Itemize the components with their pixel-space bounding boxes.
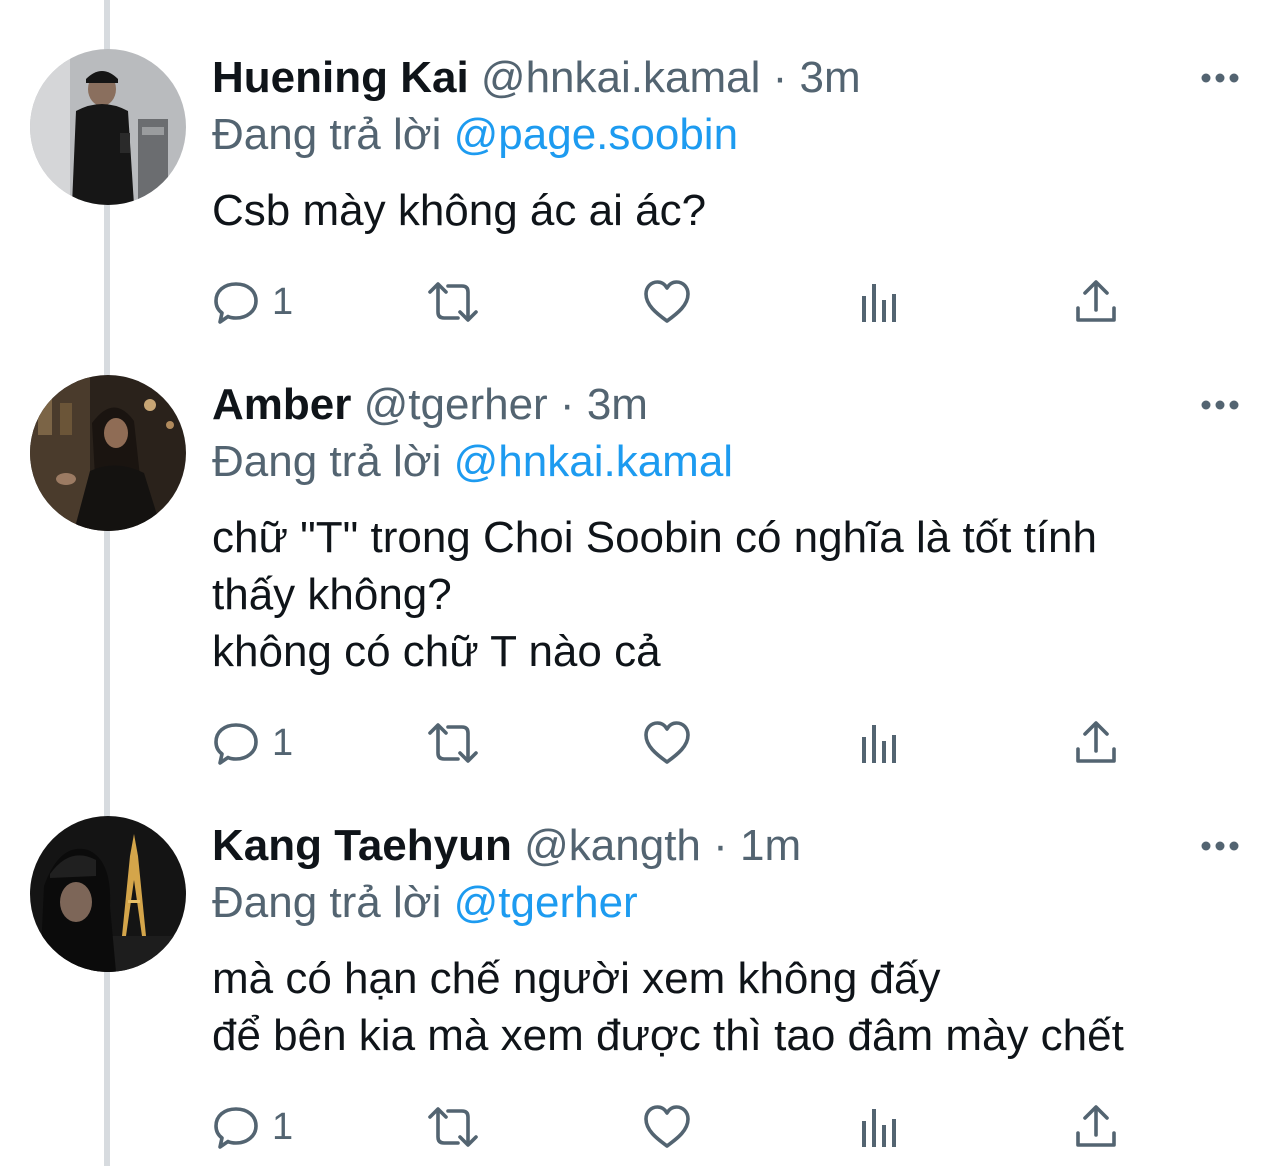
share-button[interactable] — [1074, 1102, 1118, 1152]
user-handle[interactable]: @tgerher — [364, 380, 548, 429]
mention-link[interactable]: @page.soobin — [454, 110, 738, 159]
reply-button[interactable]: 1 — [212, 718, 293, 768]
user-handle[interactable]: @hnkai.kamal — [481, 53, 760, 102]
reply-button[interactable]: 1 — [212, 1102, 293, 1152]
reply-button[interactable]: 1 — [212, 277, 293, 327]
tweet-text: mà có hạn chế người xem không đấy để bên… — [212, 950, 1262, 1064]
separator: · — [772, 53, 788, 102]
heart-icon — [644, 280, 690, 323]
retweet-icon — [428, 723, 478, 763]
tweet-text-line: thấy không? — [212, 570, 452, 619]
avatar[interactable] — [30, 49, 186, 205]
tweet-text-line: mà có hạn chế người xem không đấy — [212, 954, 941, 1003]
retweet-icon — [428, 1107, 478, 1147]
retweet-button[interactable] — [426, 1102, 480, 1152]
avatar[interactable] — [30, 816, 186, 972]
timestamp[interactable]: 3m — [587, 380, 648, 429]
mention-link[interactable]: @hnkai.kamal — [454, 437, 733, 486]
tweet-header: Kang Taehyun @kangth · 1m — [212, 820, 801, 872]
tweet-header: Amber @tgerher · 3m — [212, 379, 648, 431]
views-button[interactable] — [858, 277, 902, 327]
timestamp[interactable]: 1m — [740, 821, 801, 870]
share-button[interactable] — [1074, 277, 1118, 327]
timestamp[interactable]: 3m — [800, 53, 861, 102]
share-icon — [1076, 1105, 1116, 1147]
replying-label: Đang trả lời — [212, 878, 442, 927]
views-button[interactable] — [858, 1102, 902, 1152]
more-icon[interactable] — [1198, 836, 1242, 856]
reply-count: 1 — [272, 280, 294, 323]
action-bar: 1 — [212, 1102, 1152, 1152]
replying-to: Đang trả lời @tgerher — [212, 877, 638, 929]
retweet-button[interactable] — [426, 718, 480, 768]
action-bar: 1 — [212, 718, 1152, 768]
more-icon[interactable] — [1198, 395, 1242, 415]
share-icon — [1076, 280, 1116, 322]
tweet-text: chữ "T" trong Choi Soobin có nghĩa là tố… — [212, 509, 1262, 680]
heart-icon — [644, 721, 690, 764]
display-name[interactable]: Huening Kai — [212, 53, 469, 102]
avatar[interactable] — [30, 375, 186, 531]
tweet-text: Csb mày không ác ai ác? — [212, 182, 1262, 239]
retweet-icon — [428, 282, 478, 322]
like-button[interactable] — [642, 718, 692, 768]
reply-count: 1 — [272, 1105, 294, 1148]
share-icon — [1076, 721, 1116, 763]
display-name[interactable]: Amber — [212, 380, 351, 429]
user-handle[interactable]: @kangth — [524, 821, 701, 870]
retweet-button[interactable] — [426, 277, 480, 327]
reply-icon — [214, 282, 258, 324]
mention-link[interactable]: @tgerher — [454, 878, 638, 927]
reply-count: 1 — [272, 721, 294, 764]
display-name[interactable]: Kang Taehyun — [212, 821, 512, 870]
separator: · — [559, 380, 575, 429]
reply-icon — [214, 1107, 258, 1149]
like-button[interactable] — [642, 1102, 692, 1152]
heart-icon — [644, 1105, 690, 1148]
like-button[interactable] — [642, 277, 692, 327]
action-bar: 1 — [212, 277, 1152, 327]
views-button[interactable] — [858, 718, 902, 768]
more-icon[interactable] — [1198, 68, 1242, 88]
tweet-text-line: chữ "T" trong Choi Soobin có nghĩa là tố… — [212, 513, 1097, 562]
views-icon — [862, 284, 896, 322]
replying-label: Đang trả lời — [212, 110, 442, 159]
views-icon — [862, 725, 896, 763]
replying-to: Đang trả lời @page.soobin — [212, 109, 738, 161]
share-button[interactable] — [1074, 718, 1118, 768]
tweet-text-line: không có chữ T nào cả — [212, 627, 661, 676]
tweet-text-line: để bên kia mà xem được thì tao đâm mày c… — [212, 1011, 1124, 1060]
replying-to: Đang trả lời @hnkai.kamal — [212, 436, 733, 488]
separator: · — [713, 821, 728, 870]
views-icon — [862, 1109, 896, 1147]
reply-icon — [214, 723, 258, 765]
tweet-header: Huening Kai @hnkai.kamal · 3m — [212, 52, 861, 104]
replying-label: Đang trả lời — [212, 437, 442, 486]
tweet-text-line: Csb mày không ác ai ác? — [212, 186, 707, 235]
